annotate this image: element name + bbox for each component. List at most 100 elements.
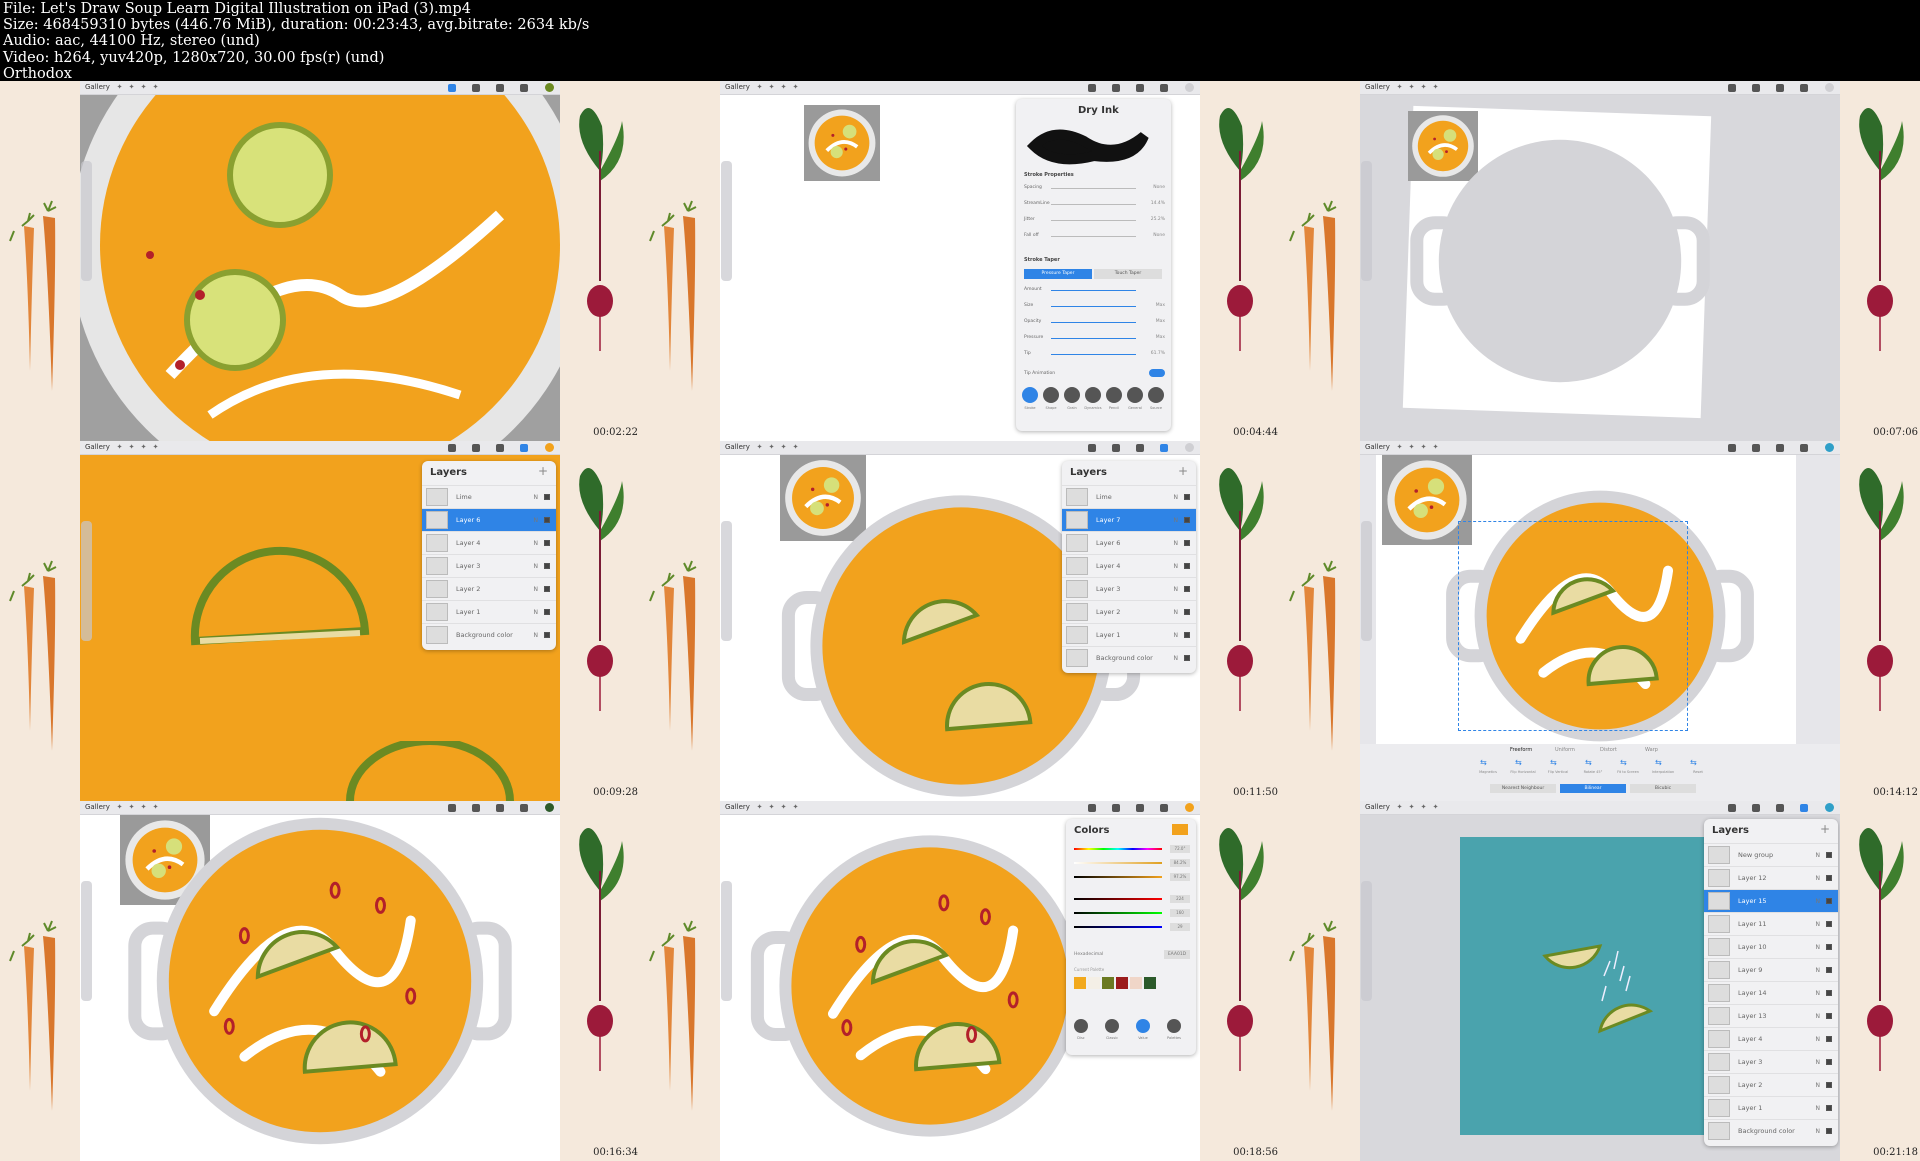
smudge-icon[interactable]: [1752, 84, 1760, 92]
selection-icon[interactable]: ✦: [140, 444, 147, 451]
color-slider[interactable]: [1074, 898, 1162, 900]
brush-size-slider[interactable]: [81, 881, 92, 1001]
wrench-icon[interactable]: ✦: [116, 84, 123, 91]
add-layer-button[interactable]: +: [538, 464, 548, 478]
layer-row[interactable]: Layer 4 N: [1704, 1027, 1838, 1050]
eraser-icon[interactable]: [1136, 84, 1144, 92]
layer-row[interactable]: Layer 1 N: [1062, 623, 1196, 646]
blend-mode-n[interactable]: N: [1816, 967, 1821, 974]
gallery-button[interactable]: Gallery: [1365, 83, 1390, 91]
transform-icon[interactable]: ✦: [152, 804, 159, 811]
layer-visibility-checkbox[interactable]: [1826, 1036, 1832, 1042]
blend-mode-n[interactable]: N: [534, 632, 539, 639]
interpolation-option[interactable]: Bilinear: [1560, 784, 1626, 793]
color-mode-tab-icon[interactable]: [1136, 1019, 1150, 1033]
brush-size-slider[interactable]: [1361, 521, 1372, 641]
layer-visibility-checkbox[interactable]: [544, 609, 550, 615]
magic-wand-icon[interactable]: ✦: [128, 444, 135, 451]
selection-icon[interactable]: ✦: [1420, 804, 1427, 811]
smudge-icon[interactable]: [1112, 444, 1120, 452]
layers-icon[interactable]: [1160, 804, 1168, 812]
layer-row[interactable]: Layer 7 N: [1062, 508, 1196, 531]
transform-icon[interactable]: ✦: [1432, 84, 1439, 91]
magic-wand-icon[interactable]: ✦: [128, 804, 135, 811]
blend-mode-n[interactable]: N: [1816, 875, 1821, 882]
layer-visibility-checkbox[interactable]: [1826, 990, 1832, 996]
prop-slider[interactable]: [1051, 188, 1136, 189]
layers-icon[interactable]: [1800, 444, 1808, 452]
layer-row[interactable]: Lime N: [1062, 485, 1196, 508]
transform-mode[interactable]: Uniform: [1555, 747, 1575, 753]
layers-icon[interactable]: [1160, 84, 1168, 92]
layer-visibility-checkbox[interactable]: [1184, 563, 1190, 569]
blend-mode-n[interactable]: N: [534, 540, 539, 547]
transform-action-icon[interactable]: ⇆: [1655, 758, 1662, 767]
palette-swatch[interactable]: [1102, 977, 1114, 989]
layer-visibility-checkbox[interactable]: [1826, 898, 1832, 904]
brush-icon[interactable]: [1728, 804, 1736, 812]
transform-icon[interactable]: ✦: [792, 444, 799, 451]
layer-visibility-checkbox[interactable]: [1184, 609, 1190, 615]
brush-size-slider[interactable]: [721, 881, 732, 1001]
layer-visibility-checkbox[interactable]: [544, 540, 550, 546]
layers-icon[interactable]: [1800, 804, 1808, 812]
color-slider[interactable]: [1074, 912, 1162, 914]
color-slider[interactable]: [1074, 848, 1162, 850]
selection-icon[interactable]: ✦: [1420, 444, 1427, 451]
selection-icon[interactable]: ✦: [780, 444, 787, 451]
layer-visibility-checkbox[interactable]: [1826, 1082, 1832, 1088]
magic-wand-icon[interactable]: ✦: [128, 84, 135, 91]
layer-row[interactable]: Layer 3 N: [422, 554, 556, 577]
layer-row[interactable]: Layer 1 N: [1704, 1096, 1838, 1119]
prop-slider[interactable]: [1051, 236, 1136, 237]
magic-wand-icon[interactable]: ✦: [768, 804, 775, 811]
magic-wand-icon[interactable]: ✦: [768, 84, 775, 91]
color-swatch[interactable]: [1825, 443, 1834, 452]
layer-row[interactable]: Layer 11 N: [1704, 912, 1838, 935]
blend-mode-n[interactable]: N: [1816, 1105, 1821, 1112]
layers-icon[interactable]: [520, 804, 528, 812]
magic-wand-icon[interactable]: ✦: [1408, 804, 1415, 811]
wrench-icon[interactable]: ✦: [116, 804, 123, 811]
layer-row[interactable]: Layer 1 N: [422, 600, 556, 623]
layer-row[interactable]: Layer 2 N: [422, 577, 556, 600]
taper-slider[interactable]: [1051, 306, 1136, 307]
blend-mode-n[interactable]: N: [534, 494, 539, 501]
eraser-icon[interactable]: [496, 804, 504, 812]
layers-icon[interactable]: [1800, 84, 1808, 92]
gallery-button[interactable]: Gallery: [1365, 443, 1390, 451]
brush-settings-tab-icon[interactable]: [1043, 387, 1059, 403]
wrench-icon[interactable]: ✦: [1396, 804, 1403, 811]
layer-visibility-checkbox[interactable]: [544, 586, 550, 592]
touch-taper-tab[interactable]: Touch Taper: [1094, 269, 1162, 279]
brush-icon[interactable]: [1728, 444, 1736, 452]
blend-mode-n[interactable]: N: [534, 517, 539, 524]
eraser-icon[interactable]: [496, 84, 504, 92]
magic-wand-icon[interactable]: ✦: [1408, 444, 1415, 451]
palette-swatch[interactable]: [1130, 977, 1142, 989]
brush-settings-tab-icon[interactable]: [1106, 387, 1122, 403]
interpolation-option[interactable]: Bicubic: [1630, 784, 1696, 793]
blend-mode-n[interactable]: N: [534, 609, 539, 616]
magic-wand-icon[interactable]: ✦: [768, 444, 775, 451]
layer-visibility-checkbox[interactable]: [1184, 540, 1190, 546]
brush-size-slider[interactable]: [1361, 161, 1372, 281]
tip-animation-toggle[interactable]: [1149, 369, 1165, 377]
wrench-icon[interactable]: ✦: [1396, 84, 1403, 91]
layer-row[interactable]: Layer 10 N: [1704, 935, 1838, 958]
hex-input[interactable]: EAA01D: [1164, 950, 1190, 959]
layer-visibility-checkbox[interactable]: [1826, 944, 1832, 950]
blend-mode-n[interactable]: N: [534, 586, 539, 593]
color-slider[interactable]: [1074, 926, 1162, 928]
layer-visibility-checkbox[interactable]: [1184, 494, 1190, 500]
transform-action-icon[interactable]: ⇆: [1585, 758, 1592, 767]
layer-visibility-checkbox[interactable]: [1184, 517, 1190, 523]
transform-icon[interactable]: ✦: [1432, 804, 1439, 811]
smudge-icon[interactable]: [472, 84, 480, 92]
transform-icon[interactable]: ✦: [792, 804, 799, 811]
brush-settings-tab-icon[interactable]: [1022, 387, 1038, 403]
layer-row[interactable]: Background color N: [422, 623, 556, 646]
blend-mode-n[interactable]: N: [1174, 586, 1179, 593]
blend-mode-n[interactable]: N: [534, 563, 539, 570]
brush-settings-tab-icon[interactable]: [1085, 387, 1101, 403]
